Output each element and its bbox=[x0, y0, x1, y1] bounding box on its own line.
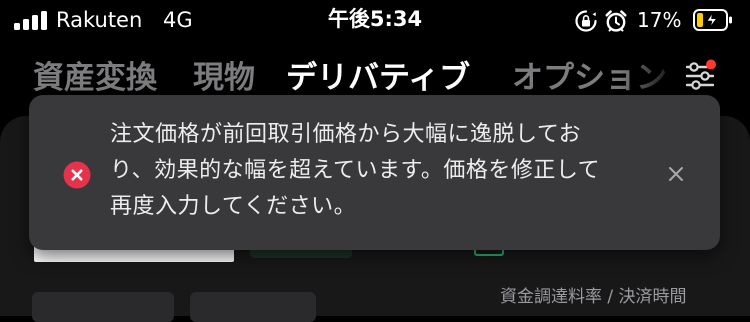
orientation-lock-icon bbox=[575, 10, 597, 32]
status-bar: Rakuten 4G 午後5:34 17% bbox=[0, 0, 750, 44]
settings-sliders-icon[interactable] bbox=[683, 58, 717, 94]
notification-dot bbox=[706, 59, 716, 70]
tab-derivatives[interactable]: デリバティブ bbox=[286, 56, 470, 100]
chip-2[interactable] bbox=[190, 292, 316, 322]
toast-message: 注文価格が前回取引価格から大幅に逸脱してお り、効果的な幅を超えています。価格を… bbox=[110, 122, 601, 219]
error-toast: 注文価格が前回取引価格から大幅に逸脱してお り、効果的な幅を超えています。価格を… bbox=[29, 95, 720, 250]
tab-asset-convert[interactable]: 資産変換 bbox=[33, 56, 157, 100]
alarm-icon bbox=[605, 10, 627, 32]
funding-rate-label: 資金調達料率 / 決済時間 bbox=[500, 287, 687, 307]
tab-spot[interactable]: 現物 bbox=[193, 56, 255, 100]
battery-percent: 17% bbox=[637, 8, 682, 32]
battery-charging-icon bbox=[693, 9, 732, 31]
chip-1[interactable] bbox=[32, 292, 174, 322]
close-icon[interactable] bbox=[663, 161, 689, 187]
error-icon bbox=[63, 161, 91, 189]
